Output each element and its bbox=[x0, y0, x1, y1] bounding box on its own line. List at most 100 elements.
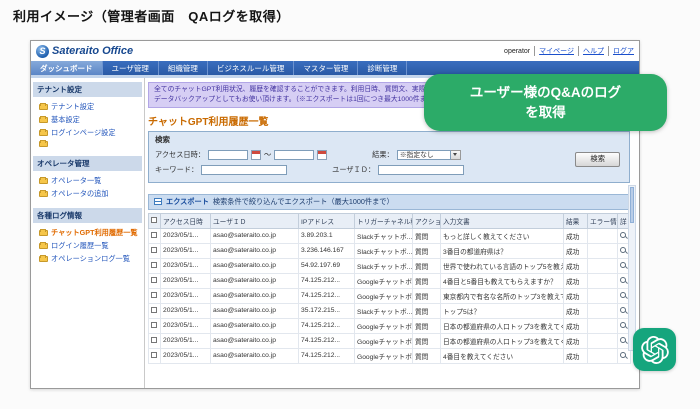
export-note: 検索条件で絞り込んでエクスポート（最大1000件まで） bbox=[213, 197, 394, 207]
sidebar-item[interactable]: 基本設定 bbox=[31, 113, 144, 126]
sidebar-item[interactable]: ログインページ設定 bbox=[31, 126, 144, 139]
table-row[interactable]: 2023/05/1...asao@sateraito.co.jp74.125.2… bbox=[149, 348, 631, 363]
detail-magnifier-icon[interactable] bbox=[620, 232, 626, 238]
row-checkbox[interactable] bbox=[151, 277, 157, 283]
cell-user: asao@sateraito.co.jp bbox=[211, 288, 299, 303]
link-help[interactable]: ヘルプ bbox=[578, 46, 604, 56]
cell-channel: Googleチャットボ... bbox=[355, 273, 413, 288]
table-row[interactable]: 2023/05/1...asao@sateraito.co.jp3.89.203… bbox=[149, 228, 631, 243]
detail-magnifier-icon[interactable] bbox=[620, 247, 626, 253]
user-id-input[interactable] bbox=[378, 165, 464, 175]
column-header[interactable]: IPアドレス bbox=[299, 213, 355, 228]
link-mypage[interactable]: マイページ bbox=[534, 46, 574, 56]
column-header[interactable]: エラー情報 bbox=[588, 213, 618, 228]
cell-error bbox=[588, 288, 618, 303]
sidebar-item[interactable]: チャットGPT利用履歴一覧 bbox=[31, 226, 144, 239]
cell-select bbox=[149, 273, 161, 288]
row-checkbox[interactable] bbox=[151, 322, 157, 328]
cell-user: asao@sateraito.co.jp bbox=[211, 333, 299, 348]
column-header[interactable]: 結果 bbox=[564, 213, 588, 228]
sidebar-item[interactable]: オペレータ一覧 bbox=[31, 174, 144, 187]
folder-icon bbox=[39, 191, 48, 197]
detail-magnifier-icon[interactable] bbox=[620, 322, 626, 328]
link-logout[interactable]: ログア bbox=[608, 46, 634, 56]
column-header[interactable]: トリガーチャネル種別 bbox=[355, 213, 413, 228]
sidebar-item[interactable] bbox=[31, 139, 144, 148]
column-header[interactable]: 入力文書 bbox=[441, 213, 564, 228]
cell-date: 2023/05/1... bbox=[161, 258, 211, 273]
cell-date: 2023/05/1... bbox=[161, 333, 211, 348]
tab-4[interactable]: マスター管理 bbox=[294, 61, 358, 75]
cell-ip: 74.125.212... bbox=[299, 318, 355, 333]
row-checkbox[interactable] bbox=[151, 232, 157, 238]
select-all-checkbox[interactable] bbox=[151, 217, 157, 223]
sidebar-item[interactable]: テナント設定 bbox=[31, 100, 144, 113]
row-checkbox[interactable] bbox=[151, 307, 157, 313]
table-row[interactable]: 2023/05/1...asao@sateraito.co.jp35.172.2… bbox=[149, 303, 631, 318]
table-row[interactable]: 2023/05/1...asao@sateraito.co.jp74.125.2… bbox=[149, 273, 631, 288]
detail-magnifier-icon[interactable] bbox=[620, 307, 626, 313]
calendar-icon[interactable] bbox=[251, 150, 261, 160]
calendar-icon[interactable] bbox=[317, 150, 327, 160]
log-table-head: アクセス日時ユーザＩＤIPアドレストリガーチャネル種別アクション種別入力文書結果… bbox=[149, 213, 631, 228]
result-select[interactable]: ※指定なし bbox=[397, 150, 461, 160]
brand-name: Sateraito Office bbox=[52, 45, 133, 57]
tab-0[interactable]: ダッシュボード bbox=[31, 61, 103, 75]
row-checkbox[interactable] bbox=[151, 247, 157, 253]
sidebar-item-label: テナント設定 bbox=[51, 102, 94, 112]
cell-action: 質問 bbox=[413, 288, 441, 303]
sidebar-item[interactable]: オペレータの追加 bbox=[31, 187, 144, 200]
table-row[interactable]: 2023/05/1...asao@sateraito.co.jp74.125.2… bbox=[149, 318, 631, 333]
detail-magnifier-icon[interactable] bbox=[620, 337, 626, 343]
sidebar-item[interactable]: ログイン履歴一覧 bbox=[31, 239, 144, 252]
detail-magnifier-icon[interactable] bbox=[620, 352, 626, 358]
access-date-to-input[interactable] bbox=[274, 150, 314, 160]
tab-5[interactable]: 診断管理 bbox=[358, 61, 407, 75]
scrollbar-thumb[interactable] bbox=[630, 187, 634, 223]
sidebar-item-label: オペレータの追加 bbox=[51, 189, 109, 199]
table-row[interactable]: 2023/05/1...asao@sateraito.co.jp74.125.2… bbox=[149, 333, 631, 348]
table-row[interactable]: 2023/05/1...asao@sateraito.co.jp54.92.19… bbox=[149, 258, 631, 273]
table-row[interactable]: 2023/05/1...asao@sateraito.co.jp3.236.14… bbox=[149, 243, 631, 258]
sidebar-item[interactable]: オペレーションログ一覧 bbox=[31, 252, 144, 265]
column-header[interactable]: アクセス日時 bbox=[161, 213, 211, 228]
sidebar-item-label: 基本設定 bbox=[51, 115, 80, 125]
column-header[interactable]: ユーザＩＤ bbox=[211, 213, 299, 228]
cell-date: 2023/05/1... bbox=[161, 288, 211, 303]
column-header[interactable]: アクション種別 bbox=[413, 213, 441, 228]
row-checkbox[interactable] bbox=[151, 352, 157, 358]
cell-result: 成功 bbox=[564, 303, 588, 318]
cell-input: 日本の都道府県の人口トップ3を教えてくださ... bbox=[441, 318, 564, 333]
export-link[interactable]: エクスポート bbox=[166, 197, 209, 207]
detail-magnifier-icon[interactable] bbox=[620, 262, 626, 268]
cell-ip: 54.92.197.69 bbox=[299, 258, 355, 273]
callout-bubble: ユーザー様のQ&Aのログ を取得 bbox=[424, 74, 667, 131]
keyword-input[interactable] bbox=[201, 165, 287, 175]
header-links: operator マイページ ヘルプ ログア bbox=[504, 46, 634, 56]
cell-channel: Slackチャットボ... bbox=[355, 243, 413, 258]
table-row[interactable]: 2023/05/1...asao@sateraito.co.jp74.125.2… bbox=[149, 288, 631, 303]
cell-user: asao@sateraito.co.jp bbox=[211, 348, 299, 363]
tab-1[interactable]: ユーザ管理 bbox=[103, 61, 159, 75]
detail-magnifier-icon[interactable] bbox=[620, 292, 626, 298]
cell-action: 質問 bbox=[413, 303, 441, 318]
access-date-from-input[interactable] bbox=[208, 150, 248, 160]
row-checkbox[interactable] bbox=[151, 337, 157, 343]
scrollbar[interactable] bbox=[628, 185, 636, 351]
cell-action: 質問 bbox=[413, 243, 441, 258]
cell-ip: 3.236.146.167 bbox=[299, 243, 355, 258]
cell-select bbox=[149, 318, 161, 333]
detail-magnifier-icon[interactable] bbox=[620, 277, 626, 283]
cell-date: 2023/05/1... bbox=[161, 303, 211, 318]
cell-error bbox=[588, 303, 618, 318]
tab-3[interactable]: ビジネスルール管理 bbox=[208, 61, 295, 75]
sidebar-item-label: ログインページ設定 bbox=[51, 128, 116, 138]
tab-2[interactable]: 組織管理 bbox=[159, 61, 208, 75]
cell-select bbox=[149, 348, 161, 363]
search-panel: 検索 アクセス日時： ～ 結果： ※指定なし bbox=[148, 131, 630, 183]
sidebar-section-title: オペレータ管理 bbox=[33, 156, 142, 171]
row-checkbox[interactable] bbox=[151, 262, 157, 268]
row-checkbox[interactable] bbox=[151, 292, 157, 298]
search-button[interactable]: 検索 bbox=[575, 152, 620, 167]
cell-ip: 74.125.212... bbox=[299, 273, 355, 288]
